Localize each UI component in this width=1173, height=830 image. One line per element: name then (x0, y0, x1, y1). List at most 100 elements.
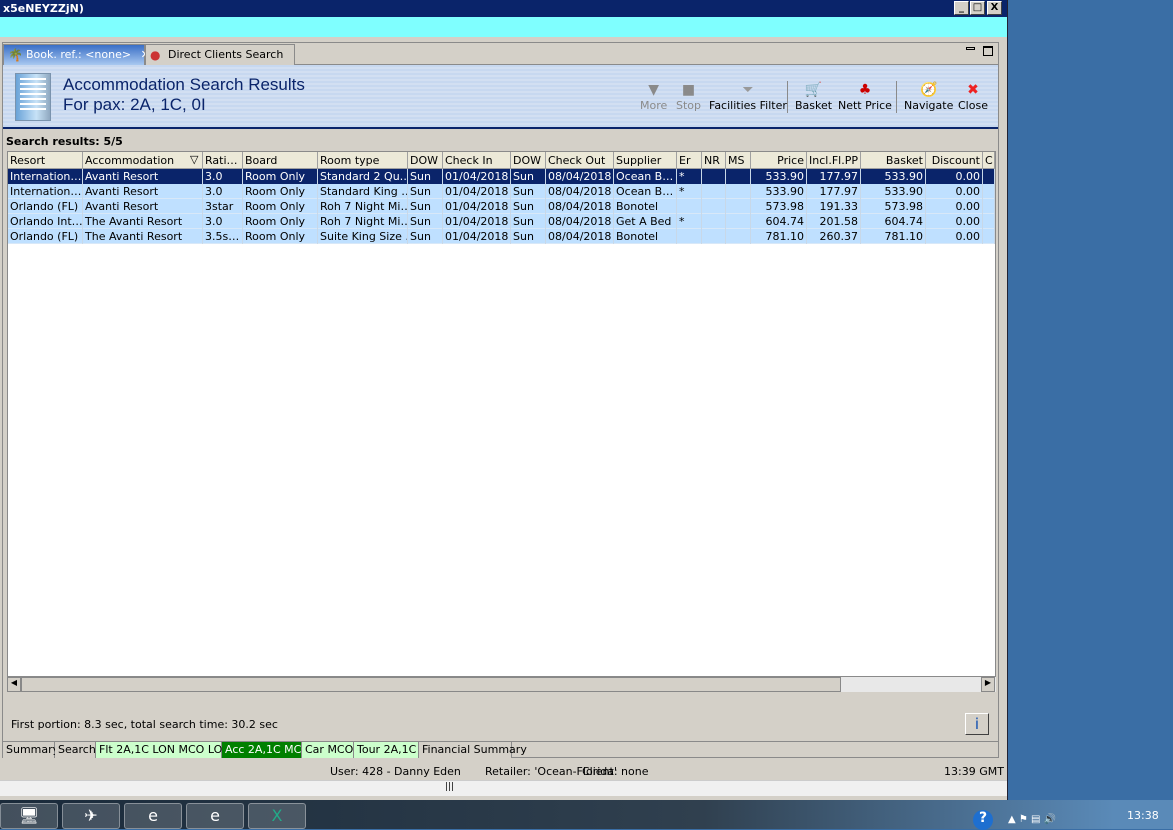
search-timing: First portion: 8.3 sec, total search tim… (11, 718, 278, 731)
stop-button[interactable]: ■ Stop (676, 81, 701, 112)
table-row[interactable]: Orlando (FL) The Avanti Resort 3.5s… Room O… (8, 229, 995, 244)
bottom-tab[interactable]: Search (55, 742, 96, 758)
table-cell: Room Only (243, 199, 318, 214)
tab-bar: 🌴 Book. ref.: <none> ✕ ● Direct Clients … (3, 43, 998, 65)
editor-panel: 🌴 Book. ref.: <none> ✕ ● Direct Clients … (2, 42, 999, 758)
table-cell: Room Only (243, 229, 318, 244)
navigate-button[interactable]: 🧭 Navigate (904, 81, 953, 112)
palm-tree-icon: 🌴 (8, 48, 23, 62)
table-cell: Orlando (FL) (8, 199, 83, 214)
table-cell: Orlando Int… (10, 214, 83, 229)
table-cell (702, 229, 726, 244)
table-cell: Ocean B… (614, 184, 677, 199)
table-cell: 08/04/2018 (546, 214, 614, 229)
more-button[interactable]: ▼ More (640, 81, 667, 112)
table-cell: Sun (511, 214, 546, 229)
toolbar-separator (896, 81, 897, 113)
nett-price-button[interactable]: ♣ Nett Price (838, 81, 892, 112)
maximize-button[interactable]: □ (970, 1, 985, 15)
clock[interactable]: 13:38 (1127, 809, 1159, 822)
info-button[interactable]: i (965, 713, 989, 735)
compass-icon: 🧭 (919, 82, 938, 98)
column-header[interactable]: MS (726, 152, 751, 169)
table-cell: 0.00 (926, 169, 983, 184)
basket-button[interactable]: 🛒 Basket (795, 81, 832, 112)
column-header[interactable]: Check In (443, 152, 511, 169)
minimize-view-icon[interactable] (966, 47, 975, 50)
table-cell: 01/04/2018 (443, 184, 511, 199)
minimize-button[interactable]: _ (954, 1, 969, 15)
table-cell (726, 184, 751, 199)
bottom-tab[interactable]: Flt 2A,1C LON MCO LON (96, 742, 230, 758)
table-cell (983, 184, 995, 199)
horizontal-scrollbar[interactable]: ◀ ▶ (7, 676, 996, 692)
table-cell: 781.10 (861, 229, 926, 244)
filter-icon[interactable]: ▽ (190, 153, 198, 166)
table-cell: Room Only (243, 184, 318, 199)
table-cell: Avanti Resort (83, 199, 203, 214)
results-table: Resort Accommodation Rati… Board Room type DO… (7, 151, 996, 691)
table-row[interactable]: Internation… Avanti Resort 3.0 Room Only Sta… (8, 184, 995, 199)
table-header[interactable]: Resort Accommodation Rati… Board Room type DO… (8, 152, 995, 169)
table-row[interactable]: Internation… Avanti Resort 3.0 Room Only Sta… (8, 169, 995, 184)
column-header[interactable]: Resort (8, 152, 83, 169)
menu-band (0, 17, 1007, 37)
bottom-tab[interactable]: Car MCO (302, 742, 354, 758)
table-cell: Sun (408, 229, 443, 244)
table-cell: Room Only (243, 169, 318, 184)
table-cell: * (677, 169, 702, 184)
column-header[interactable]: Incl.Fl.PP (807, 152, 861, 169)
table-cell: Get A Bed (614, 214, 677, 229)
help-icon[interactable]: ? (973, 810, 993, 830)
bottom-tab[interactable]: Acc 2A,1C MCO (222, 742, 310, 758)
column-header[interactable]: Board (243, 152, 318, 169)
status-user: User: 428 - Danny Eden (330, 765, 461, 778)
table-cell: Internation… (10, 184, 83, 199)
table-cell: 3.0 (203, 214, 243, 229)
table-cell: 3.0 (203, 169, 243, 184)
column-header[interactable]: Basket (861, 152, 926, 169)
tab-label: Book. ref.: <none> (26, 48, 132, 61)
tray-icons[interactable]: ▲ ⚑ ▤ 🔊 (1008, 814, 1056, 825)
bottom-tab[interactable]: Tour 2A,1C (354, 742, 419, 758)
excel-icon[interactable]: X (248, 803, 306, 829)
tab-booking[interactable]: 🌴 Book. ref.: <none> ✕ (3, 44, 150, 65)
table-cell: 01/04/2018 (443, 214, 511, 229)
facilities-filter-button[interactable]: ⏷ Facilities Filter (709, 81, 787, 112)
column-header[interactable]: DOW (511, 152, 546, 169)
app-horizontal-scrollbar[interactable]: ||| (0, 780, 1007, 796)
table-cell: 0.00 (926, 199, 983, 214)
toolbar-separator (787, 81, 788, 113)
table-row[interactable]: Orlando Int… The Avanti Resort 3.0 Room Onl… (8, 214, 995, 229)
table-cell: 08/04/2018 (546, 229, 614, 244)
column-header[interactable]: C (983, 152, 995, 169)
column-header[interactable]: Price (751, 152, 807, 169)
table-row[interactable]: Orlando (FL) Avanti Resort 3star Room Only R… (8, 199, 995, 214)
edge-icon[interactable]: e (124, 803, 182, 829)
bottom-tab[interactable]: Summary (3, 742, 59, 758)
close-window-button[interactable]: X (987, 1, 1002, 15)
column-header[interactable]: Er (677, 152, 702, 169)
column-header[interactable]: NR (702, 152, 726, 169)
column-header[interactable]: Discount (926, 152, 983, 169)
column-header[interactable]: Rati… (203, 152, 243, 169)
tab-direct-clients-search[interactable]: ● Direct Clients Search (145, 44, 295, 65)
internet-explorer-icon[interactable]: e (186, 803, 244, 829)
maximize-view-icon[interactable] (983, 46, 993, 56)
page-title: Accommodation Search Results (63, 75, 305, 94)
app-icon[interactable]: ✈ (62, 803, 120, 829)
column-header[interactable]: DOW (408, 152, 443, 169)
column-header[interactable]: Check Out (546, 152, 614, 169)
title-bar: x5eNEYZZjN) (0, 0, 1007, 17)
table-cell: 0.00 (926, 184, 983, 199)
bottom-tab[interactable]: Financial Summary (419, 742, 527, 758)
table-cell: 0.00 (926, 229, 983, 244)
close-button[interactable]: ✖ Close (958, 81, 988, 112)
tab-label: Direct Clients Search (168, 48, 284, 61)
computer-icon[interactable]: 🖥 (0, 803, 58, 829)
column-header[interactable]: Room type (318, 152, 408, 169)
column-header[interactable]: Supplier (614, 152, 677, 169)
table-cell: Suite King Size … (320, 229, 408, 244)
table-cell: 533.90 (751, 184, 807, 199)
column-header[interactable]: Accommodation (83, 152, 203, 169)
